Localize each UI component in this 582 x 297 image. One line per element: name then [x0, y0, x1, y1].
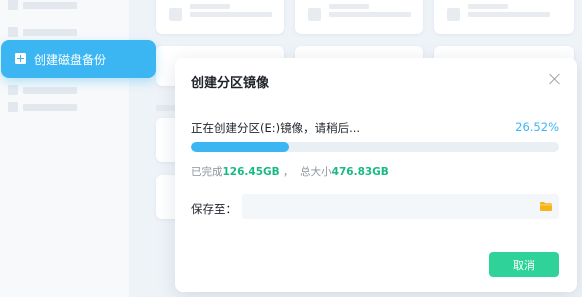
save-path-field[interactable] [242, 194, 559, 219]
dialog-title: 创建分区镜像 [191, 76, 270, 91]
sidebar-item-label: 创建磁盘备份 [34, 52, 107, 67]
total-label: 总大小 [300, 166, 332, 178]
folder-icon[interactable] [540, 202, 552, 211]
background-card [295, 0, 423, 34]
save-to-label: 保存至： [191, 202, 237, 216]
progress-status-text: 正在创建分区(E:)镜像，请稍后... [191, 121, 361, 135]
size-info: 已完成126.45GB ， 总大小476.83GB [191, 164, 389, 179]
progress-bar-fill [191, 142, 289, 152]
create-partition-image-dialog: 创建分区镜像 正在创建分区(E:)镜像，请稍后... 26.52% 已完成126… [175, 58, 577, 292]
close-icon[interactable] [549, 73, 561, 85]
add-square-icon [15, 52, 26, 64]
placeholder-icon [8, 102, 18, 112]
placeholder-icon [8, 27, 18, 37]
completed-value: 126.45GB [222, 166, 280, 178]
placeholder-icon [8, 85, 18, 95]
sidebar-item-create-disk-backup[interactable]: 创建磁盘备份 [1, 40, 156, 78]
size-separator: ， [279, 166, 301, 178]
cancel-button[interactable]: 取消 [489, 252, 559, 277]
background-card [156, 0, 284, 34]
progress-percent: 26.52% [515, 120, 559, 134]
background-card [434, 0, 574, 34]
placeholder-icon [8, 0, 18, 10]
total-value: 476.83GB [331, 166, 389, 178]
progress-bar [191, 142, 559, 152]
completed-label: 已完成 [191, 166, 223, 178]
